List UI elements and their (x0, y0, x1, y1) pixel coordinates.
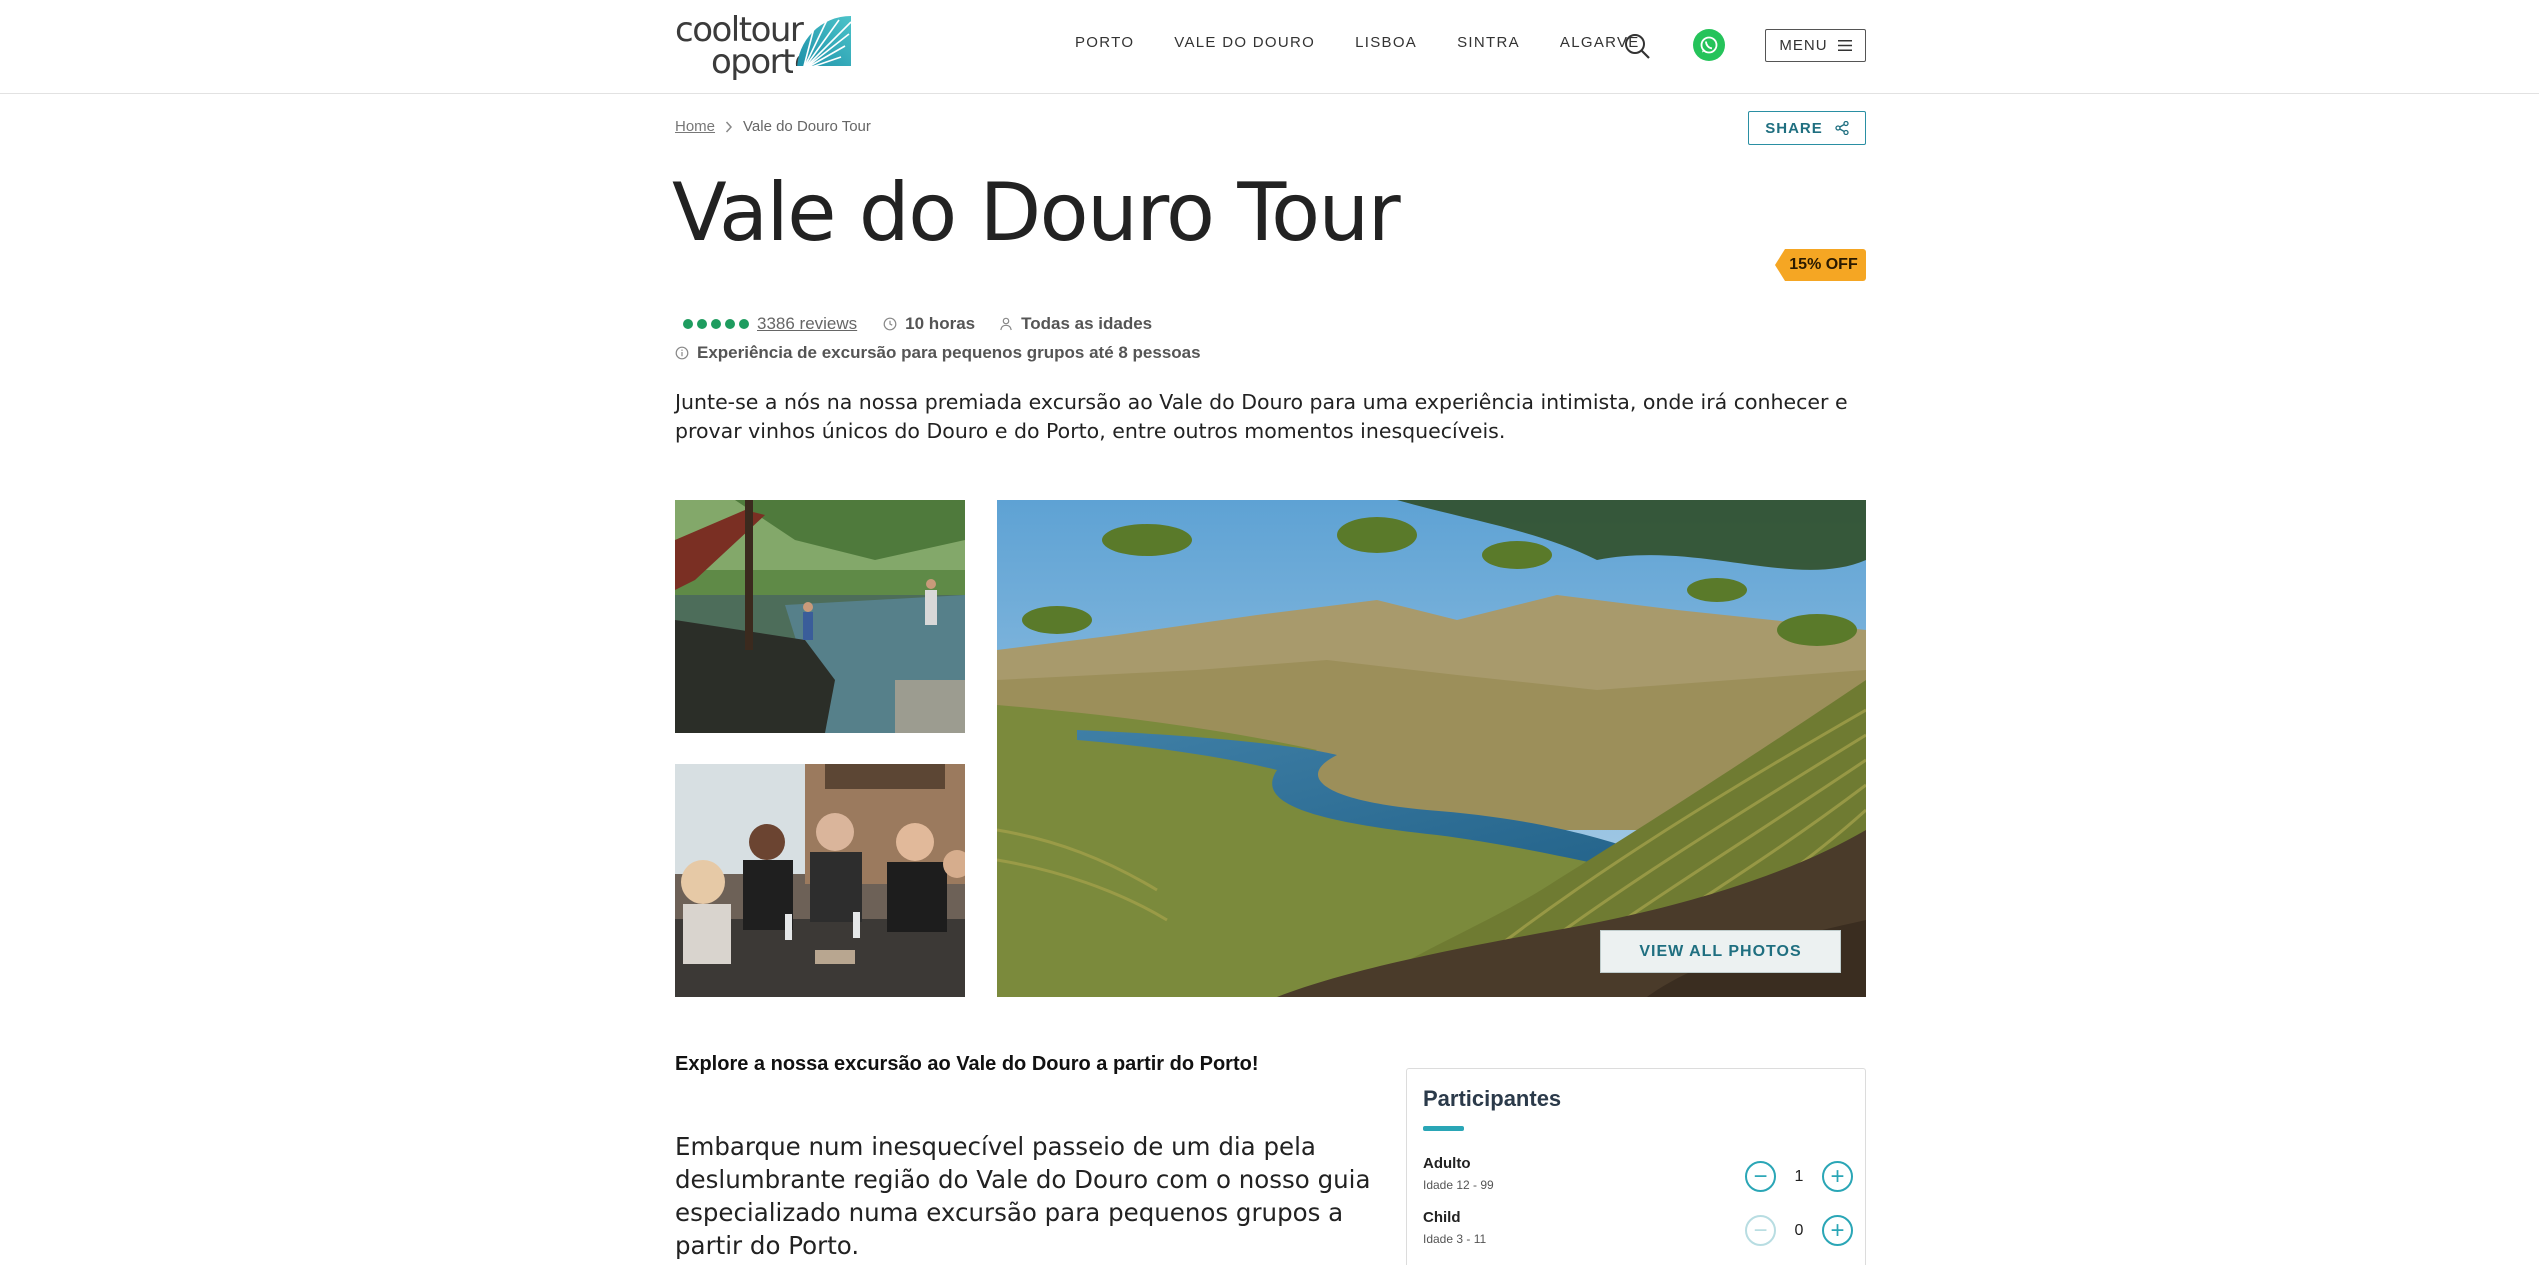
booking-widget: Participantes Adulto Idade 12 - 99 − 1 +… (1406, 1068, 1866, 1265)
shell-logo-icon (793, 16, 855, 74)
page-title: Vale do Douro Tour (672, 166, 1401, 259)
ages: Todas as idades (999, 314, 1152, 334)
main-nav: PORTO VALE DO DOURO LISBOA SINTRA ALGARV… (1075, 34, 1640, 51)
hamburger-icon (1837, 40, 1852, 51)
rating-dot (739, 319, 749, 329)
photo-douro-valley[interactable] (997, 500, 1866, 997)
explore-heading: Explore a nossa excursão ao Vale do Dour… (675, 1053, 1259, 1075)
menu-button[interactable]: MENU (1765, 29, 1866, 62)
chevron-right-icon (725, 120, 733, 133)
ages-text: Todas as idades (1021, 314, 1153, 333)
participant-row-adult: Adulto Idade 12 - 99 − 1 + (1423, 1155, 1853, 1199)
intro-text: Junte-se a nós na nossa premiada excursã… (675, 390, 1848, 443)
participant-row-child: Child Idade 3 - 11 − 0 + (1423, 1209, 1853, 1253)
view-all-photos-button[interactable]: VIEW ALL PHOTOS (1600, 930, 1841, 973)
breadcrumb: Home Vale do Douro Tour (675, 118, 871, 135)
quantity-value: 1 (1794, 1167, 1804, 1185)
group-info: Experiência de excursão para pequenos gr… (675, 343, 1201, 363)
tour-meta: 3386 reviews 10 horas Todas as idades (683, 314, 1176, 334)
plus-icon: + (1830, 1162, 1845, 1190)
nav-item-sintra[interactable]: SINTRA (1457, 34, 1520, 51)
site-logo[interactable]: cooltour oporto (675, 12, 857, 79)
share-icon (1835, 121, 1849, 135)
photo-group-dinner[interactable] (675, 764, 965, 997)
duration-text: 10 horas (905, 314, 976, 333)
adult-quantity-stepper: − 1 + (1745, 1161, 1853, 1192)
search-icon[interactable] (1623, 32, 1651, 60)
photo-rabelo-boat[interactable] (675, 500, 965, 733)
rating-dot (683, 319, 693, 329)
person-icon (1000, 317, 1012, 331)
site-header: cooltour oporto PORTO VALE DO DOURO LISB… (0, 0, 2539, 94)
minus-icon: − (1753, 1216, 1768, 1244)
reviews-link[interactable]: 3386 reviews (757, 314, 857, 334)
participants-title: Participantes (1423, 1086, 1562, 1111)
rating-dot (711, 319, 721, 329)
menu-label: MENU (1779, 37, 1828, 54)
rating-dot (725, 319, 735, 329)
nav-item-lisboa[interactable]: LISBOA (1355, 34, 1417, 51)
title-accent-bar (1423, 1126, 1464, 1131)
discount-badge: 15% OFF (1775, 249, 1866, 281)
share-label: SHARE (1765, 119, 1823, 137)
body-text: Embarque num inesquecível passeio de um … (675, 1132, 1371, 1260)
clock-icon (883, 317, 897, 331)
info-icon (675, 346, 689, 360)
rating-dot (697, 319, 707, 329)
breadcrumb-current: Vale do Douro Tour (743, 118, 871, 135)
minus-icon: − (1753, 1162, 1768, 1190)
nav-item-porto[interactable]: PORTO (1075, 34, 1134, 51)
quantity-value: 0 (1794, 1221, 1804, 1239)
increment-button[interactable]: + (1822, 1161, 1853, 1192)
duration: 10 horas (883, 314, 975, 334)
plus-icon: + (1830, 1216, 1845, 1244)
decrement-button[interactable]: − (1745, 1161, 1776, 1192)
nav-item-vale-do-douro[interactable]: VALE DO DOURO (1174, 34, 1315, 51)
rating-dots (683, 319, 749, 329)
increment-button[interactable]: + (1822, 1215, 1853, 1246)
breadcrumb-home-link[interactable]: Home (675, 118, 715, 135)
share-button[interactable]: SHARE (1748, 111, 1866, 145)
decrement-button[interactable]: − (1745, 1215, 1776, 1246)
child-quantity-stepper: − 0 + (1745, 1215, 1853, 1246)
group-text: Experiência de excursão para pequenos gr… (697, 343, 1201, 362)
whatsapp-icon[interactable] (1693, 29, 1725, 61)
